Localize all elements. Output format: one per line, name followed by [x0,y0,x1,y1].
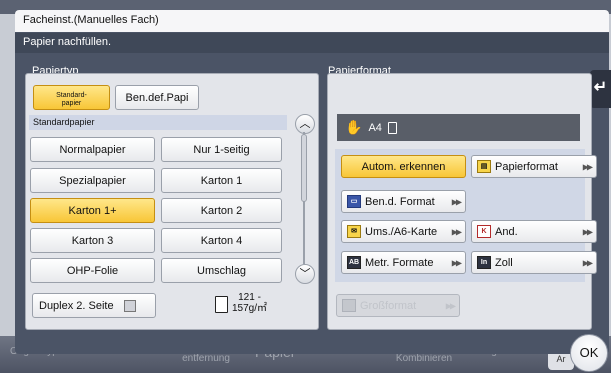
large-format-icon: ▭ [342,299,356,312]
paper-type-karton-1-plus[interactable]: Karton 1+ [30,198,155,223]
envelope-icon: ✉ [347,225,361,238]
back-button[interactable]: ↵ [590,70,611,108]
other-format-icon: K [477,225,491,238]
paper-type-karton-4[interactable]: Karton 4 [161,228,282,253]
hand-icon: ✋ [345,119,363,135]
scroll-down-button[interactable]: ﹀ [295,264,315,284]
paper-type-ohp-folie[interactable]: OHP-Folie [30,258,155,283]
standard-paper-subheader: Standardpapier [29,115,287,130]
current-format-display: ✋ A4 [337,114,580,141]
envelope-card-label: Ums./A6-Karte [365,225,438,238]
inch-format-icon: In [477,256,491,269]
portrait-orientation-icon [387,121,397,134]
inch-format-label: Zoll [495,256,513,269]
paper-format-icon: ▤ [477,160,491,173]
envelope-card-button[interactable]: ✉ Ums./A6-Karte ▶▶ [341,220,466,243]
user-format-button[interactable]: ▭ Ben.d. Format ▶▶ [341,190,466,213]
paper-format-label: Papierformat [495,160,558,173]
other-format-button[interactable]: K And. ▶▶ [471,220,597,243]
dialog-message: Papier nachfüllen. [15,33,609,53]
double-arrow-icon: ▶▶ [582,258,593,267]
chevron-up-icon: ︿ [299,118,311,130]
weight-range-line2: 157g/㎡ [232,303,268,314]
paper-type-karton-1[interactable]: Karton 1 [161,168,282,193]
arrow-left-icon: ↵ [593,79,608,96]
paper-weight-info: 121 - 157g/㎡ [215,290,280,320]
paper-format-button[interactable]: ▤ Papierformat ▶▶ [471,155,597,178]
double-arrow-icon: ▶▶ [582,162,593,171]
auto-detect-button[interactable]: Autom. erkennen [341,155,466,178]
double-arrow-icon: ▶▶ [451,227,462,236]
other-format-label: And. [495,225,518,238]
scroll-up-button[interactable]: ︿ [295,114,315,134]
scrollbar-thumb[interactable] [301,134,307,202]
tab-standard-paper[interactable]: Standard- papier [33,85,110,110]
current-format-value: A4 [368,121,382,134]
double-arrow-icon: ▶▶ [451,258,462,267]
paper-type-karton-3[interactable]: Karton 3 [30,228,155,253]
double-arrow-icon: ▶▶ [445,301,456,310]
duplex-second-side-toggle[interactable]: Duplex 2. Seite [32,293,156,318]
duplex-label: Duplex 2. Seite [39,299,114,312]
dialog-title: Facheinst.(Manuelles Fach) [15,10,609,32]
checkbox-icon [123,299,136,312]
paper-type-umschlag[interactable]: Umschlag [161,258,282,283]
paper-type-normalpapier[interactable]: Normalpapier [30,137,155,162]
metric-format-icon: AB [347,256,361,269]
custom-format-icon: ▭ [347,195,361,208]
paper-type-spezialpapier[interactable]: Spezialpapier [30,168,155,193]
paper-type-nur-1-seitig[interactable]: Nur 1-seitig [161,137,282,162]
weight-range-line1: 121 - [238,292,261,303]
metric-format-button[interactable]: AB Metr. Formate ▶▶ [341,251,466,274]
chevron-down-icon: ﹀ [299,268,311,280]
ok-button[interactable]: OK [570,334,608,372]
large-format-label: Großformat [360,299,417,312]
paper-type-karton-2[interactable]: Karton 2 [161,198,282,223]
user-format-label: Ben.d. Format [365,195,435,208]
double-arrow-icon: ▶▶ [451,197,462,206]
paper-sheet-icon [215,296,228,313]
double-arrow-icon: ▶▶ [582,227,593,236]
large-format-button[interactable]: ▭ Großformat ▶▶ [336,294,460,317]
tab-user-defined-paper[interactable]: Ben.def.Papi [115,85,199,110]
metric-format-label: Metr. Formate [365,256,434,269]
inch-format-button[interactable]: In Zoll ▶▶ [471,251,597,274]
